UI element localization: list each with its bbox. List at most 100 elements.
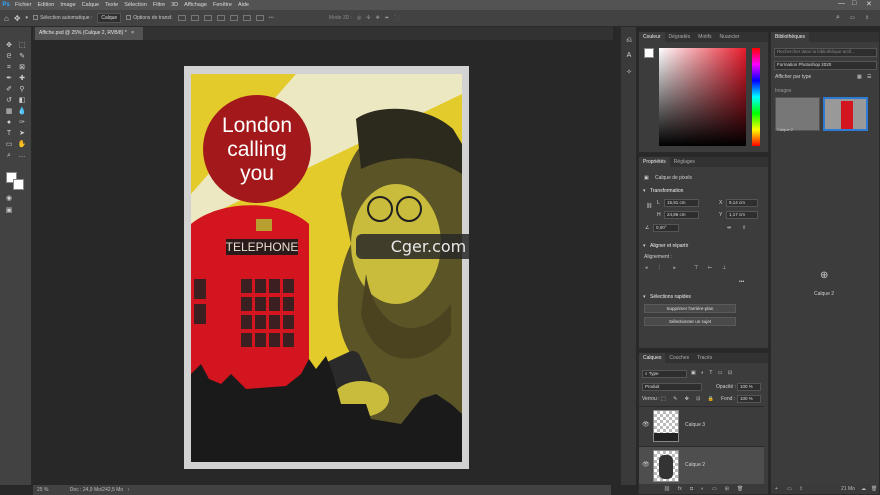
layer-row[interactable]: 👁 Calque 2: [639, 446, 764, 486]
flip-vertical-icon[interactable]: ⇳: [742, 225, 746, 231]
zoom-tool-icon[interactable]: ⌕: [4, 152, 14, 160]
upload-icon[interactable]: ⇪: [799, 486, 803, 492]
align-middle-icon[interactable]: [229, 15, 238, 21]
status-chevron-icon[interactable]: ›: [128, 487, 130, 493]
link-layers-icon[interactable]: ⛓: [664, 486, 670, 492]
layer-filter-icons[interactable]: ▣ ◐ T ▭ ⊡: [691, 370, 734, 376]
stamp-tool-icon[interactable]: ⚲: [17, 86, 27, 94]
tab-calques[interactable]: Calques: [639, 353, 666, 363]
menu-filtre[interactable]: Filtre: [150, 2, 168, 8]
delete-layer-icon[interactable]: 🗑: [737, 486, 743, 492]
transform-controls-checkbox[interactable]: Options de transf.: [126, 15, 173, 21]
transform-chevron-icon[interactable]: ▾: [643, 188, 646, 194]
align-top-icon[interactable]: [216, 15, 225, 21]
adjustment-layer-icon[interactable]: ◐: [701, 486, 704, 492]
close-tab-icon[interactable]: ×: [131, 30, 134, 36]
cloud-icon[interactable]: ☁: [861, 486, 866, 492]
trash-icon[interactable]: 🗑: [871, 486, 877, 492]
background-color-swatch[interactable]: [13, 179, 24, 190]
move-tool-icon[interactable]: ✥: [14, 14, 21, 23]
folder-icon[interactable]: ▭: [787, 486, 792, 492]
path-select-icon[interactable]: ➤: [17, 130, 27, 138]
auto-select-dropdown[interactable]: Calque: [97, 13, 122, 23]
hand-tool-icon[interactable]: ✋: [17, 141, 27, 149]
menu-selection[interactable]: Sélection: [121, 2, 150, 8]
flip-horizontal-icon[interactable]: ⇹: [727, 225, 731, 231]
add-element-icon[interactable]: ⊕: [820, 270, 828, 281]
align-bottom-icon[interactable]: [242, 15, 251, 21]
tab-degrades[interactable]: Dégradés: [665, 32, 695, 42]
close-window-button[interactable]: ✕: [866, 0, 872, 8]
tab-traces[interactable]: Tracés: [693, 353, 716, 363]
tab-reglages[interactable]: Réglages: [670, 157, 699, 167]
menu-calque[interactable]: Calque: [79, 2, 102, 8]
add-mask-icon[interactable]: ◘: [690, 486, 693, 492]
slide-3d-icon[interactable]: ⬌: [385, 15, 389, 21]
doc-info[interactable]: Doc : 24,9 Mo/242,5 Mo: [70, 487, 123, 493]
layer-name[interactable]: Calque 2: [685, 462, 705, 468]
healing-tool-icon[interactable]: ✚: [17, 75, 27, 83]
tab-couleur[interactable]: Couleur: [639, 32, 665, 42]
width-field[interactable]: 15,91 cm: [664, 199, 699, 207]
height-field[interactable]: 24,86 cm: [664, 211, 699, 219]
tab-couches[interactable]: Couches: [665, 353, 693, 363]
link-proportions-icon[interactable]: ⛓: [646, 203, 652, 209]
tab-nuancier[interactable]: Nuancier: [716, 32, 744, 42]
fill-field[interactable]: 100 %: [737, 395, 761, 403]
dodge-tool-icon[interactable]: ●: [4, 119, 14, 127]
align-left-edges-icon[interactable]: ⫷: [645, 265, 648, 271]
lock-icons[interactable]: ⬚ ✎ ✥ ⊡ 🔒: [661, 396, 717, 402]
quick-mask-icon[interactable]: ◉: [4, 195, 14, 203]
blur-tool-icon[interactable]: 💧: [17, 108, 27, 116]
glyph-icon[interactable]: A: [624, 52, 634, 60]
layer-row[interactable]: 👁 Calque 3: [639, 406, 764, 446]
visibility-eye-icon[interactable]: 👁: [642, 461, 650, 468]
gradient-tool-icon[interactable]: ▦: [4, 108, 14, 116]
quick-select-tool-icon[interactable]: ✎: [17, 53, 27, 61]
workspace-icon[interactable]: ▭: [850, 15, 855, 21]
view-by-type-dropdown[interactable]: Afficher par type: [775, 74, 811, 80]
home-icon[interactable]: ⌂: [4, 14, 9, 23]
frame-tool-icon[interactable]: ⊠: [17, 64, 27, 72]
more-tools-icon[interactable]: …: [17, 152, 27, 160]
brush-tool-icon[interactable]: ✐: [4, 86, 14, 94]
type-tool-icon[interactable]: T: [4, 130, 14, 138]
scale-3d-icon[interactable]: ⬛: [394, 15, 400, 21]
tab-motifs[interactable]: Motifs: [694, 32, 715, 42]
align-right-edges-icon[interactable]: ⫸: [673, 265, 676, 271]
crop-tool-icon[interactable]: ⌗: [4, 64, 14, 72]
search-icon[interactable]: ⌕: [836, 14, 840, 22]
roll-3d-icon[interactable]: ✣: [366, 15, 370, 21]
minimize-button[interactable]: —: [838, 0, 845, 7]
list-view-icon[interactable]: ☰: [867, 74, 871, 80]
add-content-icon[interactable]: +: [775, 486, 778, 492]
brush-settings-icon[interactable]: ✧: [624, 69, 634, 77]
pan-3d-icon[interactable]: ✥: [376, 15, 380, 21]
select-subject-button[interactable]: Sélectionner un sujet: [644, 317, 736, 326]
history-icon[interactable]: ⎌: [624, 37, 634, 45]
filter-type-dropdown[interactable]: ⌕ Type: [642, 370, 687, 378]
visibility-eye-icon[interactable]: 👁: [642, 421, 650, 428]
library-search-input[interactable]: Rechercher dans la bibliothèque actif...: [774, 48, 877, 57]
align-bottom-edges-icon[interactable]: ⊥: [722, 265, 726, 271]
grid-view-icon[interactable]: ▦: [857, 74, 862, 80]
shape-tool-icon[interactable]: ▭: [4, 141, 14, 149]
blend-mode-dropdown[interactable]: Produit: [642, 383, 702, 391]
menu-3d[interactable]: 3D: [168, 2, 181, 8]
align-h-centers-icon[interactable]: ⫶: [659, 265, 660, 271]
maximize-button[interactable]: □: [852, 0, 856, 7]
auto-select-checkbox[interactable]: Sélection automatique :: [33, 15, 92, 21]
align-chevron-icon[interactable]: ▾: [643, 243, 646, 249]
new-layer-icon[interactable]: ⊞: [725, 486, 729, 492]
align-v-centers-icon[interactable]: ⊢: [708, 265, 712, 271]
move-tool-icon[interactable]: ✥: [4, 42, 14, 50]
quick-chevron-icon[interactable]: ▾: [643, 294, 646, 300]
more-options-icon[interactable]: •••: [269, 15, 274, 21]
pen-tool-icon[interactable]: ✑: [17, 119, 27, 127]
menu-texte[interactable]: Texte: [102, 2, 121, 8]
tab-proprietes[interactable]: Propriétés: [639, 157, 670, 167]
color-field[interactable]: [659, 48, 746, 146]
menu-affichage[interactable]: Affichage: [181, 2, 210, 8]
eyedropper-tool-icon[interactable]: ✒: [4, 75, 14, 83]
lasso-tool-icon[interactable]: ᘓ: [4, 53, 14, 61]
